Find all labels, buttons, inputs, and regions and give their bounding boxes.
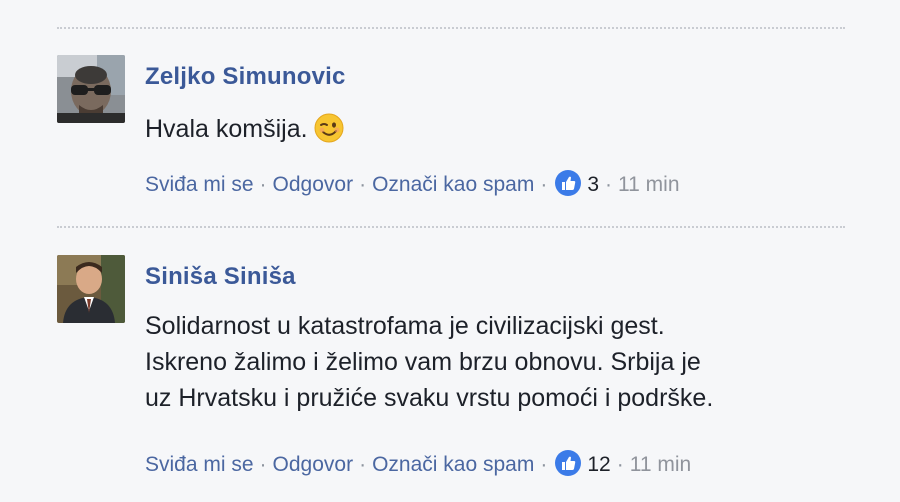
separator: ·	[259, 453, 267, 476]
comment-text-line: Solidarnost u katastrofama je civilizaci…	[145, 312, 665, 340]
comment-text-line: uz Hrvatsku i pružiće svaku vrstu pomoći…	[145, 384, 714, 412]
comment-text-line: Hvala komšija.	[145, 115, 308, 143]
comment-text: Solidarnost u katastrofama je civilizaci…	[145, 308, 865, 416]
separator: ·	[540, 453, 548, 476]
mark-spam-button[interactable]: Označi kao spam	[372, 453, 534, 476]
reply-button[interactable]: Odgovor	[273, 453, 354, 476]
comment-divider-top	[57, 27, 845, 29]
comment-author[interactable]: Siniša Siniša	[145, 263, 296, 291]
comment-actions: Sviđa mi se · Odgovor · Označi kao spam · 3 · 1…	[145, 170, 680, 197]
separator: ·	[359, 173, 367, 196]
timestamp[interactable]: 11 min	[630, 453, 691, 476]
avatar[interactable]	[57, 255, 125, 323]
separator: ·	[616, 453, 624, 476]
thumbs-up-icon[interactable]	[555, 450, 582, 476]
separator: ·	[259, 173, 267, 196]
comment-author[interactable]: Zeljko Simunovic	[145, 63, 346, 91]
comment-actions: Sviđa mi se · Odgovor · Označi kao spam · 12 ·…	[145, 450, 691, 477]
comment-text: Hvala komšija.	[145, 111, 865, 147]
winking-face-icon	[314, 113, 344, 143]
like-button[interactable]: Sviđa mi se	[145, 453, 254, 476]
timestamp[interactable]: 11 min	[618, 173, 679, 196]
like-button[interactable]: Sviđa mi se	[145, 173, 254, 196]
mark-spam-button[interactable]: Označi kao spam	[372, 173, 534, 196]
comment-text-line: Iskreno žalimo i želimo vam brzu obnovu.…	[145, 348, 701, 376]
reply-button[interactable]: Odgovor	[273, 173, 354, 196]
avatar[interactable]	[57, 55, 125, 123]
thumbs-up-icon[interactable]	[555, 170, 582, 196]
separator: ·	[605, 173, 613, 196]
like-count[interactable]: 3	[587, 173, 599, 196]
separator: ·	[359, 453, 367, 476]
like-count[interactable]: 12	[587, 453, 610, 476]
separator: ·	[540, 173, 548, 196]
comment-divider	[57, 226, 845, 228]
